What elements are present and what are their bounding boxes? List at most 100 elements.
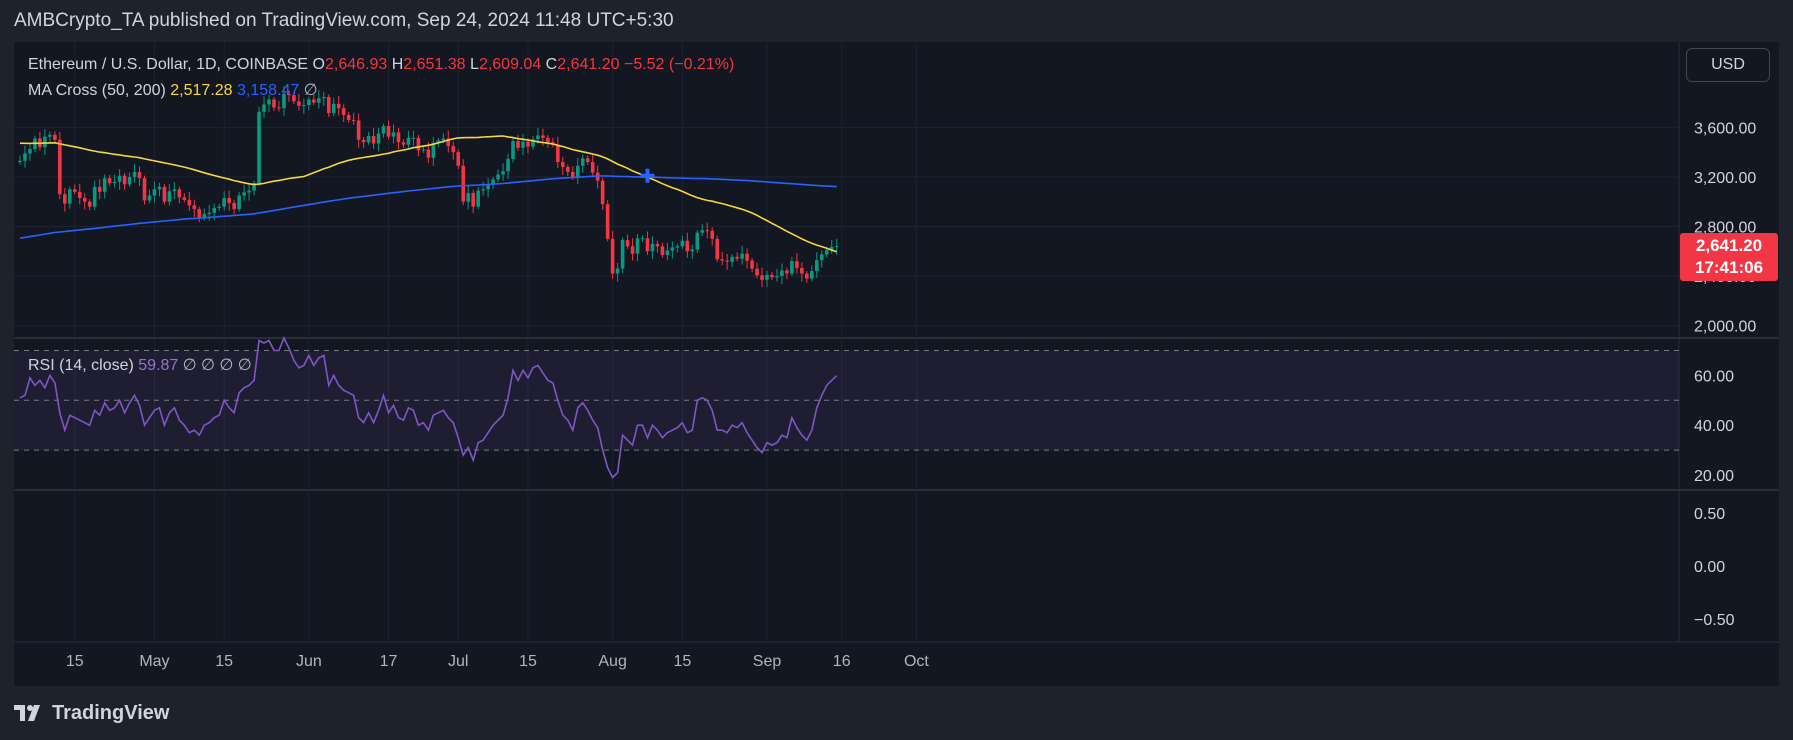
- candle-body: [366, 136, 371, 143]
- candle-body: [834, 246, 839, 248]
- candle-body: [625, 240, 630, 247]
- tradingview-logo[interactable]: TradingView: [14, 702, 169, 725]
- candle-body: [232, 202, 236, 210]
- candle-body: [122, 175, 127, 185]
- candle-body: [331, 103, 336, 114]
- x-tick-label: Aug: [598, 653, 626, 670]
- candle-body: [152, 189, 157, 196]
- bar-countdown: 17:41:06: [1694, 258, 1764, 277]
- candle-body: [466, 193, 470, 202]
- candle-body: [376, 133, 381, 144]
- candle-body: [82, 197, 87, 202]
- candle-body: [117, 175, 122, 182]
- chart-area[interactable]: 15 May 15 Jun 17 Jul 15 Aug 15 Sep 16 Oct 3,600.00 3,…: [14, 42, 1779, 686]
- rsi-legend: RSI (14, close) 59.87 ∅ ∅ ∅ ∅: [28, 355, 252, 375]
- candle-body: [790, 261, 794, 274]
- candle-body: [321, 97, 326, 99]
- rsi-empty-values: ∅ ∅ ∅ ∅: [182, 357, 252, 374]
- ma200-line: [19, 175, 837, 239]
- candle-body: [800, 267, 804, 274]
- candle-body: [192, 205, 197, 210]
- x-tick-label: Oct: [904, 653, 929, 670]
- low-value: 2,609.04: [478, 56, 542, 73]
- open-value: 2,646.93: [325, 56, 388, 73]
- chart-canvas[interactable]: 15 May 15 Jun 17 Jul 15 Aug 15 Sep 16 Oct 3,600.00 3,…: [14, 42, 1779, 686]
- candle-body: [187, 199, 192, 206]
- candle-body: [406, 137, 411, 145]
- candle-body: [127, 176, 132, 185]
- candle-body: [745, 253, 749, 261]
- footer: TradingView: [0, 686, 1793, 740]
- ma-legend: MA Cross (50, 200) 2,517.28 3,158.47 ∅: [28, 80, 318, 100]
- candle-body: [72, 189, 77, 192]
- candle-body: [770, 274, 774, 278]
- candle-body: [780, 270, 784, 277]
- candle-body: [476, 190, 480, 207]
- candle-body: [356, 120, 361, 140]
- symbol-title[interactable]: Ethereum / U.S. Dollar, 1D, COINBASE: [28, 56, 308, 73]
- candle-body: [371, 136, 376, 144]
- candle-body: [97, 186, 102, 192]
- candle-body: [705, 230, 710, 232]
- change-value: −5.52 (−0.21%): [623, 56, 735, 73]
- candle-body: [506, 158, 510, 172]
- candle-body: [386, 126, 391, 137]
- candle-body: [516, 140, 520, 148]
- candle-body: [680, 240, 685, 247]
- candle-body: [326, 97, 331, 114]
- candle-body: [107, 178, 112, 184]
- candle-body: [197, 209, 202, 218]
- candle-body: [112, 181, 117, 184]
- candle-body: [521, 141, 525, 148]
- candle-body: [740, 253, 744, 259]
- candle-body: [272, 99, 276, 108]
- rsi-pane: [14, 336, 1679, 479]
- price-tick-label: 3,600.00: [1694, 120, 1756, 137]
- high-value: 2,651.38: [403, 56, 466, 73]
- ohlc-legend: Ethereum / U.S. Dollar, 1D, COINBASE O2,…: [28, 56, 734, 74]
- candle-body: [720, 259, 724, 261]
- candle-body: [247, 190, 251, 193]
- candle-body: [735, 256, 739, 259]
- candle-body: [92, 186, 97, 207]
- candle-body: [600, 180, 605, 205]
- candle-body: [182, 197, 187, 200]
- candle-body: [102, 178, 107, 192]
- rsi-label[interactable]: RSI (14, close): [28, 357, 134, 374]
- tradingview-logo-icon: [14, 705, 40, 721]
- candle-body: [765, 274, 769, 280]
- candle-body: [297, 101, 301, 106]
- candle-body: [546, 137, 550, 143]
- candle-body: [401, 142, 406, 145]
- ma200-value: 3,158.47: [237, 82, 300, 99]
- cross-marker: [640, 168, 655, 183]
- candle-body: [426, 149, 431, 158]
- ma-empty-value: ∅: [303, 82, 318, 99]
- candle-body: [471, 193, 475, 207]
- low-label: L: [470, 56, 479, 73]
- candle-body: [167, 191, 172, 202]
- candle-body: [605, 204, 610, 239]
- rsi-tick-label: 40.00: [1694, 418, 1734, 435]
- candle-body: [755, 268, 759, 276]
- candle-body: [760, 275, 764, 280]
- candle-body: [227, 197, 231, 203]
- candle-body: [730, 256, 734, 262]
- x-tick-label: 16: [833, 653, 851, 670]
- candle-body: [580, 158, 585, 166]
- currency-button[interactable]: USD: [1686, 48, 1770, 82]
- grid-lines: [14, 42, 1779, 643]
- candle-body: [630, 246, 635, 254]
- candle-body: [615, 268, 620, 274]
- candle-body: [561, 162, 565, 168]
- x-tick-label: 15: [519, 653, 537, 670]
- candle-body: [217, 206, 221, 208]
- cross-marker-icon: [640, 168, 655, 183]
- candle-body: [685, 240, 690, 252]
- candle-body: [570, 171, 575, 177]
- candle-body: [361, 139, 366, 143]
- candle-body: [481, 189, 485, 191]
- candle-body: [824, 250, 829, 255]
- ma50-value: 2,517.28: [170, 82, 233, 99]
- ma-label[interactable]: MA Cross (50, 200): [28, 82, 166, 99]
